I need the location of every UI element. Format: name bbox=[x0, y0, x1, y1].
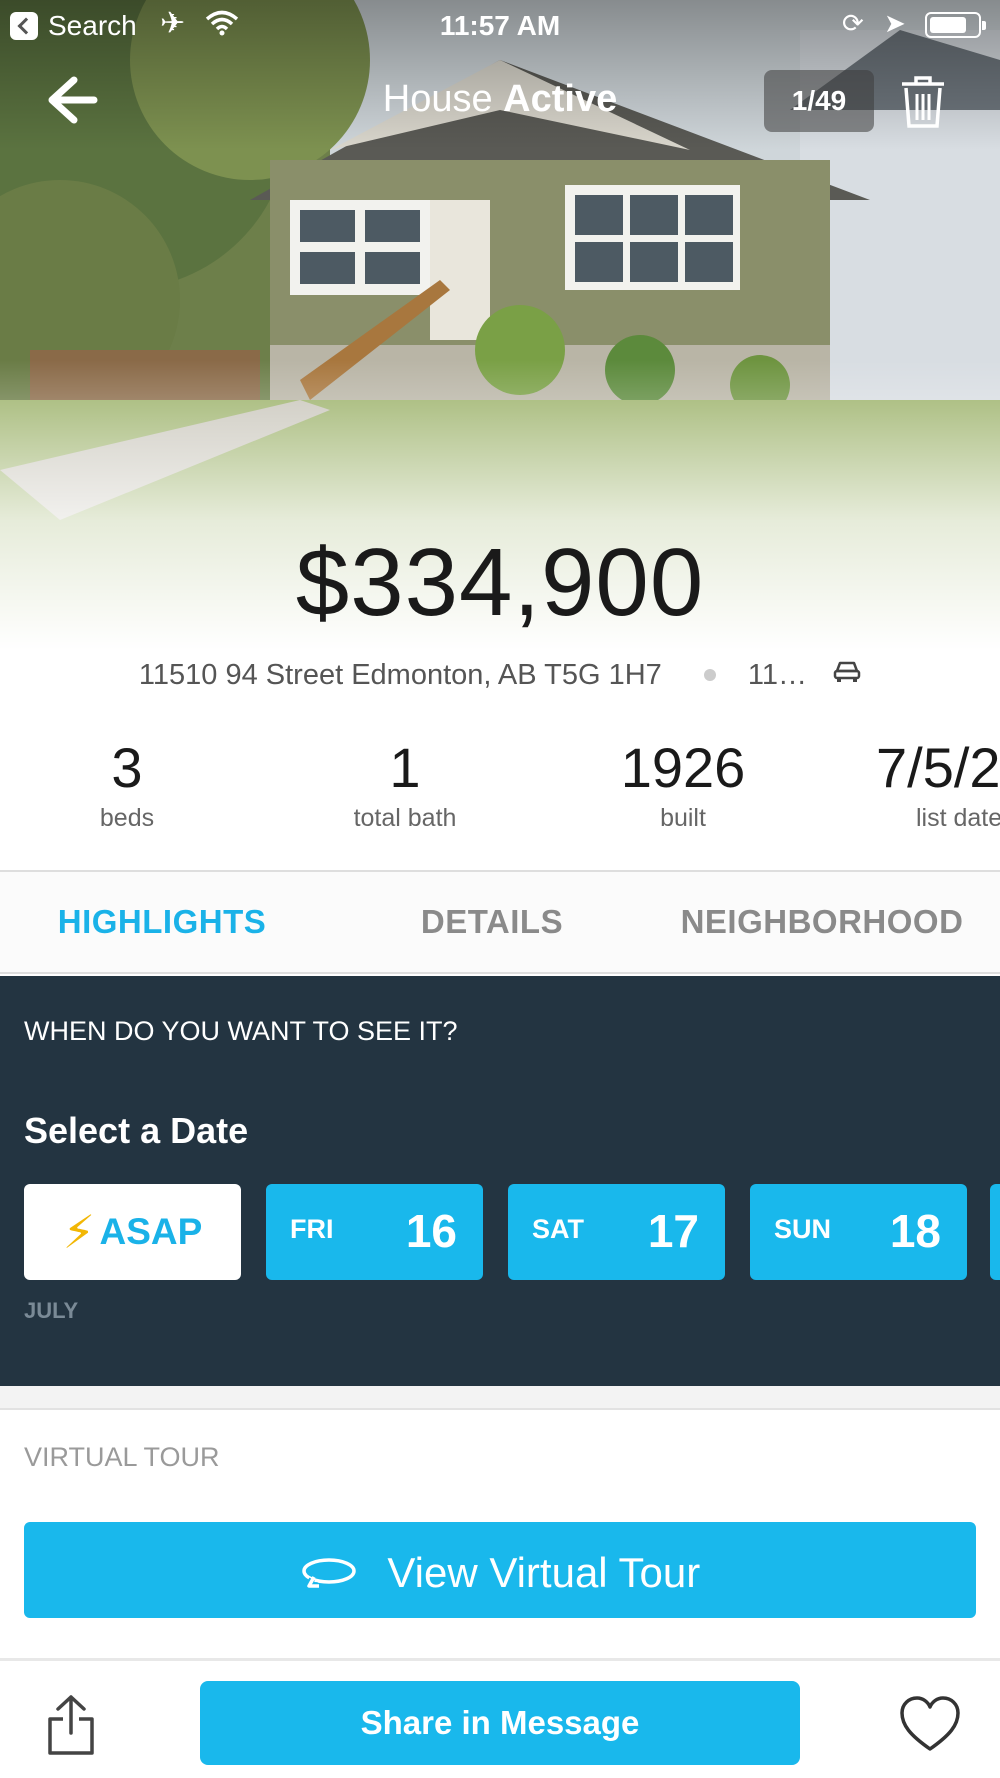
heart-icon[interactable] bbox=[898, 1695, 962, 1753]
lightning-bolt-icon: ⚡ bbox=[62, 1206, 96, 1258]
property-stats: 3 beds 1 total bath 1926 built 7/5/2 lis… bbox=[0, 735, 1000, 835]
date-option-next-partial[interactable] bbox=[990, 1184, 1000, 1280]
section-tabs: HIGHLIGHTS DETAILS NEIGHBORHOOD bbox=[0, 870, 1000, 974]
date-option-fri[interactable]: FRI 16 bbox=[266, 1184, 483, 1280]
date-day-number: 18 bbox=[889, 1205, 941, 1257]
view-virtual-tour-button[interactable]: View Virtual Tour bbox=[24, 1522, 976, 1618]
schedule-showing-panel: WHEN DO YOU WANT TO SEE IT? Select a Dat… bbox=[0, 976, 1000, 1386]
date-day-number: 16 bbox=[405, 1205, 457, 1257]
stat-baths: 1 total bath bbox=[275, 735, 535, 835]
share-in-message-button[interactable]: Share in Message bbox=[200, 1681, 800, 1765]
title-status: Active bbox=[503, 78, 618, 120]
date-option-sat[interactable]: SAT 17 bbox=[508, 1184, 725, 1280]
stat-value: 3 bbox=[111, 736, 143, 799]
listing-price: $334,900 bbox=[295, 529, 705, 636]
stat-year-built: 1926 built bbox=[553, 735, 813, 835]
stat-label: list date bbox=[916, 804, 1000, 832]
rotate-360-icon bbox=[301, 1558, 356, 1591]
date-day-of-week: SUN bbox=[774, 1214, 832, 1244]
schedule-question: WHEN DO YOU WANT TO SEE IT? bbox=[24, 1016, 458, 1046]
tab-neighborhood[interactable]: NEIGHBORHOOD bbox=[660, 872, 984, 972]
stat-value: 1 bbox=[389, 736, 421, 799]
battery-icon bbox=[925, 12, 986, 38]
status-bar: Search ✈ 11:57 AM ⟳ ➤ bbox=[0, 0, 1000, 50]
orientation-lock-icon: ⟳ bbox=[842, 8, 864, 38]
address-row[interactable]: 11510 94 Street Edmonton, AB T5G 1H7 11… bbox=[0, 658, 1000, 698]
photo-counter[interactable]: 1/49 bbox=[764, 70, 874, 132]
tab-details[interactable]: DETAILS bbox=[330, 872, 654, 972]
commute-time: 11… bbox=[747, 658, 808, 691]
view-virtual-tour-label: View Virtual Tour bbox=[387, 1548, 701, 1596]
month-label: JULY bbox=[24, 1298, 79, 1323]
section-divider bbox=[0, 1386, 1000, 1410]
share-icon[interactable] bbox=[46, 1693, 96, 1757]
select-date-heading: Select a Date bbox=[24, 1110, 249, 1151]
asap-button[interactable]: ⚡ ASAP bbox=[24, 1184, 241, 1280]
stat-label: beds bbox=[99, 804, 155, 832]
separator-dot bbox=[703, 669, 716, 682]
title-property-type: House bbox=[382, 78, 493, 120]
stat-beds: 3 beds bbox=[0, 735, 257, 835]
date-option-sun[interactable]: SUN 18 bbox=[750, 1184, 967, 1280]
asap-label: ASAP bbox=[99, 1211, 203, 1252]
car-icon bbox=[833, 661, 861, 682]
stat-label: total bath bbox=[353, 804, 457, 832]
trash-icon[interactable] bbox=[898, 74, 948, 130]
date-day-of-week: SAT bbox=[532, 1214, 584, 1244]
bottom-action-bar: Share in Message bbox=[0, 1658, 1000, 1778]
stat-list-date: 7/5/2 list date bbox=[832, 735, 1000, 835]
date-day-number: 17 bbox=[647, 1205, 699, 1257]
hero-photo-area[interactable]: Search ✈ 11:57 AM ⟳ ➤ House Active 1/49 … bbox=[0, 0, 1000, 660]
stat-value: 7/5/2 bbox=[876, 736, 1000, 799]
location-icon: ➤ bbox=[884, 8, 906, 38]
virtual-tour-section-label: VIRTUAL TOUR bbox=[24, 1442, 220, 1472]
listing-address: 11510 94 Street Edmonton, AB T5G 1H7 bbox=[138, 658, 662, 691]
stat-label: built bbox=[660, 804, 706, 832]
stat-value: 1926 bbox=[620, 736, 746, 799]
tab-highlights[interactable]: HIGHLIGHTS bbox=[0, 872, 324, 972]
date-day-of-week: FRI bbox=[290, 1214, 334, 1244]
